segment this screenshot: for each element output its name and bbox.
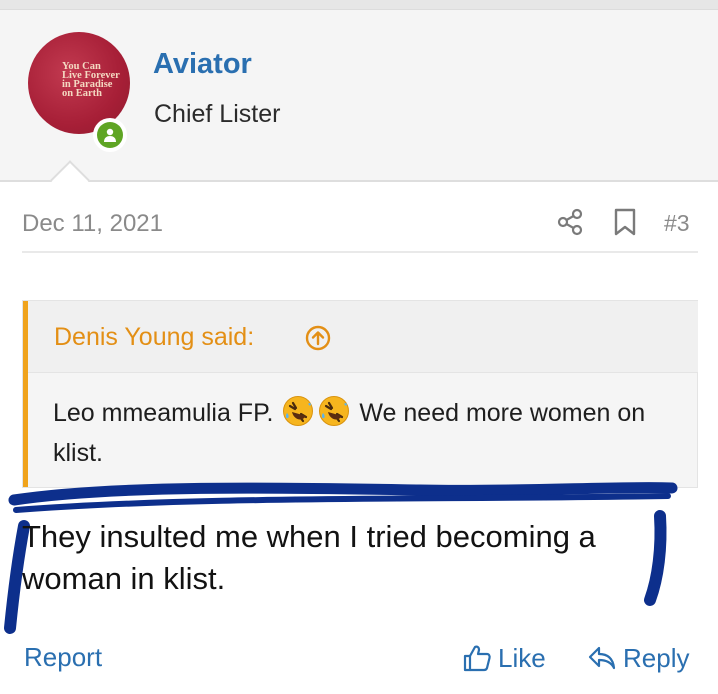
quote-block: Denis Young said: Leo mmeamulia FP. We n…	[22, 300, 698, 488]
arrow-up-circle-icon[interactable]	[305, 325, 331, 351]
top-strip	[0, 0, 718, 10]
like-label: Like	[498, 642, 546, 673]
share-icon[interactable]	[556, 208, 584, 236]
like-button[interactable]: Like	[462, 640, 546, 676]
report-button[interactable]: Report	[24, 642, 102, 673]
reply-label: Reply	[623, 642, 690, 673]
user-name[interactable]: Aviator	[153, 48, 252, 81]
quote-text: Leo mmeamulia FP.	[53, 399, 274, 427]
user-title: Chief Lister	[154, 100, 281, 128]
user-online-icon	[93, 118, 127, 152]
quote-author[interactable]: Denis Young said:	[54, 323, 254, 352]
rofl-emoji-icon	[283, 396, 314, 426]
bookmark-icon[interactable]	[613, 208, 637, 236]
reply-button[interactable]: Reply	[587, 640, 689, 676]
avatar-book-cover: You Can Live Forever in Paradise on Eart…	[62, 61, 122, 99]
post-user-block: You Can Live Forever in Paradise on Eart…	[0, 10, 718, 182]
quote-body: Leo mmeamulia FP. We need more women on …	[53, 393, 673, 473]
divider	[22, 251, 698, 253]
quote-header: Denis Young said:	[28, 301, 698, 373]
post-actions: Report Like Reply	[0, 636, 718, 686]
post-meta-row: Dec 11, 2021 #3	[0, 190, 718, 254]
post-date[interactable]: Dec 11, 2021	[22, 210, 163, 238]
reply-icon	[588, 646, 616, 670]
rofl-emoji-icon	[319, 396, 350, 426]
avatar-text-line: on Earth	[62, 88, 102, 99]
post-number[interactable]: #3	[664, 210, 690, 237]
post-message: They insulted me when I tried becoming a…	[22, 519, 596, 596]
thumbs-up-icon	[463, 645, 491, 672]
